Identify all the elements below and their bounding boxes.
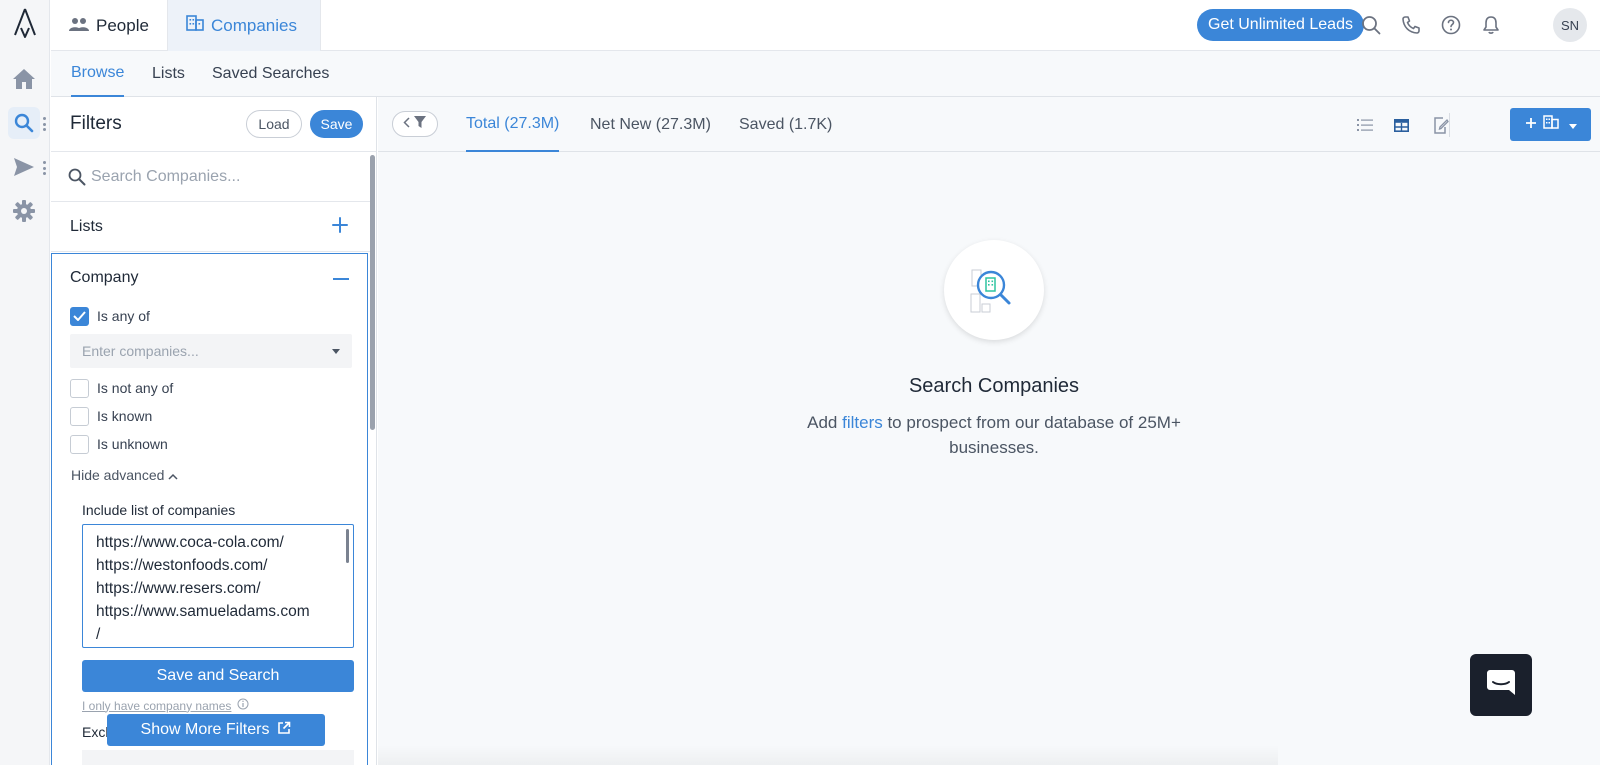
include-list-textarea[interactable]: https://www.coca-cola.com/ https://westo… bbox=[82, 524, 354, 648]
companies-select[interactable]: Enter companies... bbox=[70, 334, 352, 368]
tab-net-new[interactable]: Net New (27.3M) bbox=[590, 97, 711, 152]
get-unlimited-leads-button[interactable]: Get Unlimited Leads bbox=[1197, 9, 1364, 41]
company-filter: Company Is any of Enter companies... Is … bbox=[51, 253, 368, 765]
textarea-line: https://www.coca-cola.com/ bbox=[96, 534, 284, 551]
tab-people[interactable]: People bbox=[51, 0, 167, 51]
caret-down-icon bbox=[332, 349, 340, 354]
tab-companies-label: Companies bbox=[211, 15, 297, 35]
lists-label: Lists bbox=[70, 218, 103, 235]
phone-icon[interactable] bbox=[1399, 13, 1423, 37]
info-icon[interactable] bbox=[237, 698, 249, 713]
textarea-scrollbar[interactable] bbox=[346, 529, 349, 563]
search-icon[interactable] bbox=[1359, 13, 1383, 37]
table-view-icon[interactable] bbox=[1390, 114, 1412, 136]
textarea-line: https://www.resers.com/ bbox=[96, 580, 261, 597]
tab-saved-searches[interactable]: Saved Searches bbox=[212, 51, 329, 97]
option-label: Is known bbox=[97, 408, 153, 424]
search-nav-more-icon[interactable] bbox=[42, 117, 46, 131]
tab-browse[interactable]: Browse bbox=[71, 51, 125, 97]
search-companies-illustration-icon bbox=[944, 240, 1044, 340]
hide-advanced-label: Hide advanced bbox=[71, 467, 165, 483]
hide-advanced-link[interactable]: Hide advanced bbox=[71, 467, 178, 483]
chevron-up-icon bbox=[168, 467, 178, 483]
building-icon bbox=[1542, 115, 1559, 134]
save-button[interactable]: Save bbox=[310, 110, 363, 138]
lists-filter[interactable]: Lists bbox=[51, 202, 371, 252]
external-link-icon bbox=[277, 721, 291, 740]
checkbox[interactable] bbox=[70, 434, 89, 454]
save-and-search-button[interactable]: Save and Search bbox=[82, 660, 354, 692]
filter-icon bbox=[413, 115, 427, 134]
bell-icon[interactable] bbox=[1479, 13, 1503, 37]
show-more-filters-button[interactable]: Show More Filters bbox=[107, 714, 325, 746]
tab-people-label: People bbox=[96, 15, 149, 35]
filters-panel: Filters Load Save Lists Company Is any o… bbox=[51, 97, 377, 765]
filters-title: Filters bbox=[70, 113, 122, 134]
collapse-minus-icon[interactable] bbox=[333, 278, 349, 280]
filters-search bbox=[51, 152, 371, 202]
chat-widget-button[interactable] bbox=[1470, 654, 1532, 716]
plus-icon bbox=[1525, 116, 1537, 134]
tab-lists[interactable]: Lists bbox=[152, 51, 185, 97]
top-bar: People Companies Get Unlimited Leads SN bbox=[51, 0, 1600, 51]
left-rail bbox=[0, 0, 50, 765]
empty-state-description: Add filters to prospect from our databas… bbox=[794, 410, 1194, 460]
caret-down-icon bbox=[1568, 116, 1577, 134]
filters-header: Filters Load Save bbox=[51, 97, 376, 152]
building-icon bbox=[186, 15, 204, 36]
empty-desc-suffix: to prospect from our database of 25M+ bu… bbox=[882, 413, 1181, 457]
help-icon[interactable] bbox=[1439, 13, 1463, 37]
company-label: Company bbox=[70, 269, 139, 286]
option-is-any-of[interactable]: Is any of bbox=[70, 306, 150, 326]
exclude-field[interactable] bbox=[82, 750, 354, 765]
collapse-filters-button[interactable] bbox=[392, 111, 438, 137]
logo-icon[interactable] bbox=[10, 6, 40, 38]
tab-total[interactable]: Total (27.3M) bbox=[466, 97, 560, 152]
results-header: Total (27.3M) Net New (27.3M) Saved (1.7… bbox=[378, 97, 1600, 152]
only-names-label: I only have company names bbox=[82, 698, 232, 713]
empty-desc-prefix: Add bbox=[807, 413, 843, 432]
list-view-icon[interactable] bbox=[1354, 114, 1376, 136]
checkbox[interactable] bbox=[70, 406, 89, 426]
sub-navigation: Browse Lists Saved Searches bbox=[51, 51, 1600, 97]
search-icon bbox=[68, 168, 86, 191]
textarea-line: https://westonfoods.com/ bbox=[96, 557, 268, 574]
companies-select-placeholder: Enter companies... bbox=[82, 343, 199, 359]
filters-scrollbar[interactable] bbox=[370, 155, 375, 430]
results-area: Total (27.3M) Net New (27.3M) Saved (1.7… bbox=[378, 97, 1600, 765]
tab-saved[interactable]: Saved (1.7K) bbox=[739, 97, 832, 152]
home-icon[interactable] bbox=[8, 63, 40, 95]
send-icon[interactable] bbox=[8, 151, 40, 183]
add-company-button[interactable] bbox=[1510, 108, 1591, 141]
empty-state-title: Search Companies bbox=[908, 375, 1080, 397]
textarea-line: https://www.samueladams.com bbox=[96, 603, 310, 620]
avatar[interactable]: SN bbox=[1553, 8, 1587, 42]
exclude-label: Excl bbox=[82, 724, 109, 740]
send-nav-more-icon[interactable] bbox=[42, 161, 46, 175]
textarea-line: / bbox=[96, 626, 101, 643]
search-companies-input[interactable] bbox=[91, 165, 351, 189]
option-label: Is any of bbox=[97, 308, 150, 324]
bottom-shadow bbox=[378, 745, 1278, 765]
gear-icon[interactable] bbox=[8, 195, 40, 227]
checkbox-checked[interactable] bbox=[70, 306, 89, 326]
edit-note-icon[interactable] bbox=[1430, 114, 1452, 136]
option-is-unknown[interactable]: Is unknown bbox=[70, 434, 168, 454]
plus-icon[interactable] bbox=[331, 216, 349, 234]
load-button[interactable]: Load bbox=[246, 110, 302, 138]
people-icon bbox=[69, 16, 89, 36]
include-list-label: Include list of companies bbox=[82, 502, 236, 518]
chevron-left-icon bbox=[403, 115, 410, 133]
only-company-names-link[interactable]: I only have company names bbox=[82, 698, 249, 713]
option-is-not-any-of[interactable]: Is not any of bbox=[70, 378, 173, 398]
checkbox[interactable] bbox=[70, 378, 89, 398]
filters-link[interactable]: filters bbox=[842, 413, 883, 432]
option-label: Is unknown bbox=[97, 436, 168, 452]
tab-companies[interactable]: Companies bbox=[167, 0, 321, 51]
chat-icon bbox=[1485, 668, 1517, 703]
option-label: Is not any of bbox=[97, 380, 174, 396]
option-is-known[interactable]: Is known bbox=[70, 406, 152, 426]
search-nav-icon[interactable] bbox=[8, 107, 40, 139]
show-more-label: Show More Filters bbox=[140, 721, 270, 738]
